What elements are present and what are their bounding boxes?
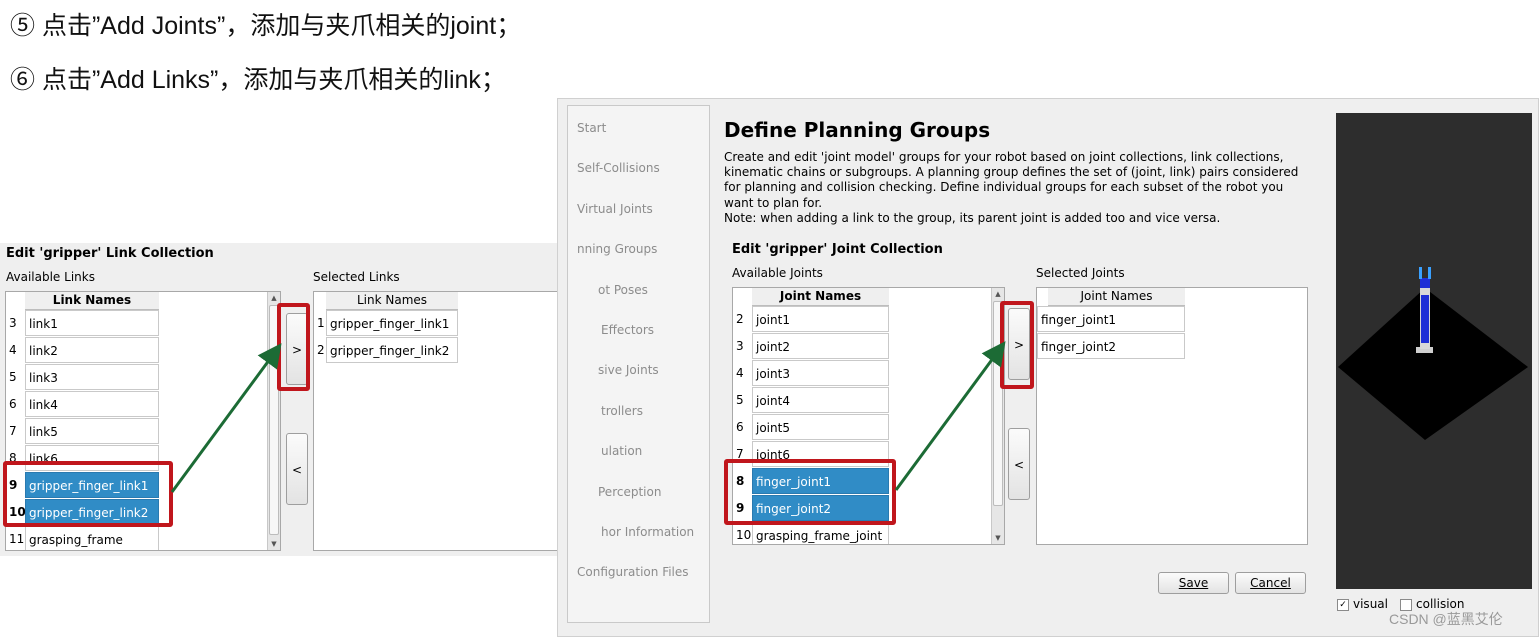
annotation-arrows <box>170 341 1006 493</box>
arrow-to-add-links <box>170 343 282 493</box>
arrow-to-add-joints <box>894 341 1006 491</box>
watermark: CSDN @蓝黑艾伦 <box>1389 611 1503 627</box>
